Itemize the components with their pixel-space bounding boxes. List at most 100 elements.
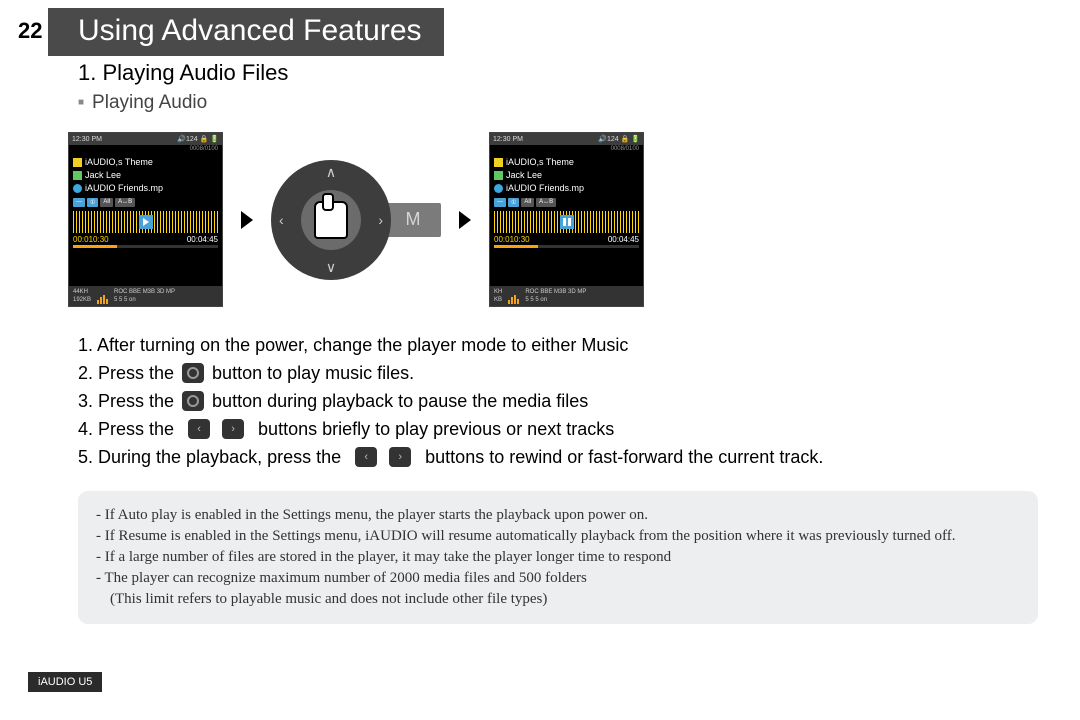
arrow-icon [241, 211, 253, 229]
track-info: iAUDIO,s Theme Jack Lee iAUDIO Friends.m… [490, 155, 643, 196]
chevron-right-icon: › [378, 212, 383, 228]
chevron-down-icon: ∨ [326, 259, 336, 276]
status-right: 🔊124 🔒 🔋 [177, 135, 219, 143]
chevron-left-icon: ‹ [279, 212, 284, 228]
track-info: iAUDIO,s Theme Jack Lee iAUDIO Friends.m… [69, 155, 222, 196]
device-screen-pause: 12:30 PM 🔊124 🔒 🔋 0008/0100 iAUDIO,s The… [489, 132, 644, 307]
track-line: iAUDIO Friends.mp [85, 182, 163, 195]
track-counter: 0008/0100 [490, 145, 643, 155]
note-2: - If Resume is enabled in the Settings m… [96, 526, 1020, 547]
chapter-title: Using Advanced Features [48, 8, 444, 56]
badge: — [73, 198, 85, 207]
stat-vals: 5 5 5 on [114, 296, 175, 304]
progress-bar [73, 245, 218, 248]
stat-kb: 192KB [73, 296, 91, 304]
play-icon [139, 215, 153, 229]
time-elapsed: 00:010:30 [73, 235, 109, 244]
mode-badges: — ① All A↔B [69, 196, 222, 209]
hand-press-icon [314, 201, 348, 239]
jog-dial: ∧ ∨ ‹ › [271, 160, 391, 280]
badge: A↔B [536, 198, 556, 207]
time-row: 00:010:30 00:04:45 [490, 235, 643, 244]
badge: All [521, 198, 534, 207]
track-icon [494, 184, 503, 193]
time-row: 00:010:30 00:04:45 [69, 235, 222, 244]
badge: A↔B [115, 198, 135, 207]
page-number: 22 [18, 18, 42, 44]
section-heading: 1. Playing Audio Files [78, 60, 1038, 86]
instruction-3: 3. Press the button during playback to p… [78, 387, 1038, 415]
center-button-icon [182, 391, 204, 411]
text: buttons to rewind or fast-forward the cu… [425, 443, 823, 471]
badge: — [494, 198, 506, 207]
instruction-2: 2. Press the button to play music files. [78, 359, 1038, 387]
progress-bar [494, 245, 639, 248]
waveform [73, 211, 218, 233]
prev-button-icon: ‹ [188, 419, 210, 439]
stat-cols: ROC BBE M3B 3D MP [525, 288, 586, 296]
bottom-stats: KH KB ROC BBE M3B 3D MP 5 5 5 on [490, 286, 643, 306]
time-total: 00:04:45 [187, 235, 218, 244]
jog-center-button [301, 190, 361, 250]
track-icon [73, 184, 82, 193]
subsection-heading: Playing Audio [78, 92, 1038, 114]
next-button-icon: › [389, 447, 411, 467]
status-bar: 12:30 PM 🔊124 🔒 🔋 [490, 133, 643, 145]
text: 2. Press the [78, 359, 174, 387]
stat-khz: 44KH [73, 288, 91, 296]
status-right: 🔊124 🔒 🔋 [598, 135, 640, 143]
content-area: 1. Playing Audio Files Playing Audio 12:… [78, 60, 1038, 624]
track-counter: 0008/0100 [69, 145, 222, 155]
badge: All [100, 198, 113, 207]
status-time: 12:30 PM [72, 136, 102, 143]
note-4-sub: (This limit refers to playable music and… [96, 589, 1020, 610]
note-3: - If a large number of files are stored … [96, 547, 1020, 568]
stat-vals: 5 5 5 on [525, 296, 586, 304]
waveform [494, 211, 639, 233]
stat-khz: KH [494, 288, 502, 296]
theme-line: iAUDIO,s Theme [506, 156, 574, 169]
text: button during playback to pause the medi… [212, 387, 588, 415]
artist-line: Jack Lee [85, 169, 121, 182]
folder-icon [494, 158, 503, 167]
badge: ① [87, 198, 98, 207]
artist-line: Jack Lee [506, 169, 542, 182]
center-button-icon [182, 363, 204, 383]
footer-model-badge: iAUDIO U5 [28, 672, 102, 692]
stat-cols: ROC BBE M3B 3D MP [114, 288, 175, 296]
note-4: - The player can recognize maximum numbe… [96, 568, 1020, 589]
stat-kb: KB [494, 296, 502, 304]
eq-icon [97, 294, 108, 304]
status-time: 12:30 PM [493, 136, 523, 143]
text: 5. During the playback, press the [78, 443, 341, 471]
instruction-4: 4. Press the ‹ › buttons briefly to play… [78, 415, 1038, 443]
jog-control-figure: ∧ ∨ ‹ › M [271, 160, 441, 280]
time-total: 00:04:45 [608, 235, 639, 244]
track-line: iAUDIO Friends.mp [506, 182, 584, 195]
m-button: M [385, 203, 441, 237]
time-elapsed: 00:010:30 [494, 235, 530, 244]
instructions-list: 1. After turning on the power, change th… [78, 331, 1038, 471]
status-bar: 12:30 PM 🔊124 🔒 🔋 [69, 133, 222, 145]
text: button to play music files. [212, 359, 414, 387]
theme-line: iAUDIO,s Theme [85, 156, 153, 169]
instruction-5: 5. During the playback, press the ‹ › bu… [78, 443, 1038, 471]
chevron-up-icon: ∧ [326, 164, 336, 181]
prev-button-icon: ‹ [355, 447, 377, 467]
bottom-stats: 44KH 192KB ROC BBE M3B 3D MP 5 5 5 on [69, 286, 222, 306]
mode-badges: — ① All A↔B [490, 196, 643, 209]
note-1: - If Auto play is enabled in the Setting… [96, 505, 1020, 526]
text: 3. Press the [78, 387, 174, 415]
badge: ① [508, 198, 519, 207]
artist-icon [494, 171, 503, 180]
artist-icon [73, 171, 82, 180]
instruction-1: 1. After turning on the power, change th… [78, 331, 1038, 359]
figure-row: 12:30 PM 🔊124 🔒 🔋 0008/0100 iAUDIO,s The… [68, 132, 1038, 307]
notes-box: - If Auto play is enabled in the Setting… [78, 491, 1038, 624]
pause-icon [560, 215, 574, 229]
folder-icon [73, 158, 82, 167]
next-button-icon: › [222, 419, 244, 439]
text: 4. Press the [78, 415, 174, 443]
eq-icon [508, 294, 519, 304]
text: buttons briefly to play previous or next… [258, 415, 614, 443]
